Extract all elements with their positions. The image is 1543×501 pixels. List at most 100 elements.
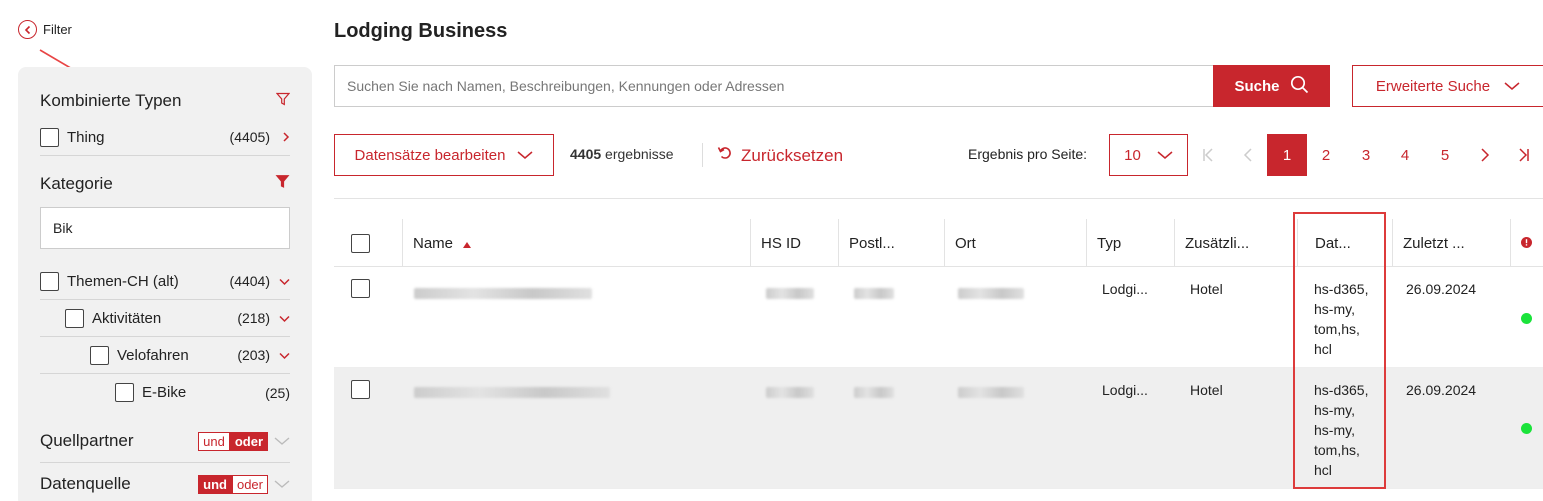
column-zusaetzlich[interactable]: Zusätzli... <box>1174 219 1297 267</box>
advanced-search-label: Erweiterte Suche <box>1375 77 1491 95</box>
page-2[interactable]: 2 <box>1306 134 1346 176</box>
redacted-postleitzahl <box>854 288 894 299</box>
checkbox[interactable] <box>115 383 134 402</box>
cell-typ: Lodgi... <box>1102 281 1148 297</box>
search-button-label: Suche <box>1234 77 1280 95</box>
und-option[interactable]: und <box>198 474 232 494</box>
advanced-search-button[interactable]: Erweiterte Suche <box>1352 65 1543 107</box>
section-quellpartner: Quellpartner und oder <box>40 428 290 454</box>
results-label: ergebnisse <box>605 146 674 162</box>
chevron-down-icon <box>517 147 533 164</box>
section-title: Kategorie <box>40 174 113 193</box>
column-label: HS ID <box>761 234 802 252</box>
column-label: Zuletzt ... <box>1403 234 1465 252</box>
chevron-right-icon[interactable] <box>276 129 290 146</box>
redacted-name <box>414 288 592 299</box>
checkbox[interactable] <box>40 271 59 291</box>
row-checkbox[interactable] <box>351 380 370 399</box>
oder-option[interactable]: oder <box>229 431 268 451</box>
next-page-icon[interactable] <box>1465 134 1505 176</box>
redacted-ort <box>958 288 1024 299</box>
undo-icon <box>717 145 733 166</box>
column-name[interactable]: Name <box>402 219 750 267</box>
tree-item[interactable]: Themen-CH (alt) (4404) <box>40 263 290 300</box>
filter-solid-icon[interactable] <box>275 174 290 194</box>
section-kombinierte-typen: Kombinierte Typen <box>40 91 291 111</box>
results-number: 4405 <box>570 146 602 162</box>
item-count: (203) <box>237 347 270 363</box>
per-page-value: 10 <box>1124 146 1141 164</box>
item-count: (218) <box>237 310 270 326</box>
column-typ[interactable]: Typ <box>1086 219 1174 267</box>
item-label: Thing <box>67 128 105 146</box>
cell-zuletzt: 26.09.2024 <box>1406 281 1477 297</box>
reset-label: Zurücksetzen <box>741 145 844 165</box>
page-title: Lodging Business <box>334 20 508 42</box>
chevron-down-icon[interactable] <box>276 347 290 364</box>
page-1[interactable]: 1 <box>1267 134 1307 176</box>
results-count: 4405 ergebnisse <box>570 146 674 162</box>
redacted-name <box>414 387 610 398</box>
cell-zusaetzlich: Hotel <box>1190 382 1223 398</box>
und-option[interactable]: und <box>198 431 230 451</box>
search-input[interactable]: Suchen Sie nach Namen, Beschreibungen, K… <box>334 65 1214 107</box>
filter-toggle-label: Filter <box>43 22 72 37</box>
select-all-cell <box>334 219 402 267</box>
column-postleitzahl[interactable]: Postl... <box>838 219 944 267</box>
und-oder-toggle[interactable]: und oder <box>198 431 268 451</box>
page-3[interactable]: 3 <box>1346 134 1386 176</box>
per-page-label: Ergebnis pro Seite: <box>968 146 1088 162</box>
column-hs-id[interactable]: HS ID <box>750 219 838 267</box>
checkbox[interactable] <box>65 308 84 328</box>
page-4[interactable]: 4 <box>1385 134 1425 176</box>
search-icon <box>1290 75 1309 98</box>
item-count: (25) <box>265 384 290 401</box>
select-all-checkbox[interactable] <box>351 233 370 253</box>
section-title: Kombinierte Typen <box>40 91 182 110</box>
section-title: Quellpartner <box>40 431 134 450</box>
list-item[interactable]: Thing (4405) <box>40 119 290 156</box>
cell-zuletzt: 26.09.2024 <box>1406 382 1477 398</box>
edit-records-button[interactable]: Datensätze bearbeiten <box>334 134 554 176</box>
search-button[interactable]: Suche <box>1213 65 1330 107</box>
redacted-ort <box>958 387 1024 398</box>
column-label: Postl... <box>849 234 895 252</box>
item-label: Velofahren <box>117 346 189 364</box>
item-label: E-Bike <box>142 384 187 401</box>
tree-item[interactable]: Aktivitäten (218) <box>40 300 290 337</box>
chevron-down-icon[interactable] <box>276 310 290 327</box>
per-page-select[interactable]: 10 <box>1109 134 1188 176</box>
page-5[interactable]: 5 <box>1425 134 1465 176</box>
prev-page-icon[interactable] <box>1228 134 1268 176</box>
tree-item[interactable]: E-Bike (25) <box>40 374 290 411</box>
annotation-highlight-box <box>1293 212 1386 489</box>
status-dot <box>1521 423 1532 434</box>
item-count: (4405) <box>229 129 270 145</box>
chevron-down-icon[interactable] <box>274 431 290 451</box>
redacted-postleitzahl <box>854 387 894 398</box>
cell-typ: Lodgi... <box>1102 382 1148 398</box>
column-label: Ort <box>955 234 976 252</box>
reset-button[interactable]: Zurücksetzen <box>717 145 843 166</box>
section-datenquelle: Datenquelle und oder <box>40 471 290 497</box>
checkbox[interactable] <box>90 345 109 365</box>
column-status <box>1510 219 1543 267</box>
chevron-down-icon[interactable] <box>274 474 290 494</box>
item-label: Themen-CH (alt) <box>67 272 179 290</box>
und-oder-toggle[interactable]: und oder <box>198 474 268 494</box>
category-search-input[interactable]: Bik <box>40 207 290 249</box>
filter-toggle[interactable]: Filter <box>18 20 72 39</box>
checkbox[interactable] <box>40 127 59 147</box>
column-zuletzt[interactable]: Zuletzt ... <box>1392 219 1510 267</box>
item-label: Aktivitäten <box>92 309 162 327</box>
chevron-down-icon[interactable] <box>276 273 290 290</box>
tree-item[interactable]: Velofahren (203) <box>40 337 290 374</box>
column-label: Typ <box>1097 234 1122 252</box>
row-checkbox[interactable] <box>351 279 370 298</box>
last-page-icon[interactable] <box>1504 134 1543 176</box>
column-ort[interactable]: Ort <box>944 219 1086 267</box>
oder-option[interactable]: oder <box>231 474 268 494</box>
filter-outline-icon[interactable] <box>275 91 291 111</box>
column-label: Zusätzli... <box>1185 234 1250 252</box>
first-page-icon[interactable] <box>1188 134 1228 176</box>
